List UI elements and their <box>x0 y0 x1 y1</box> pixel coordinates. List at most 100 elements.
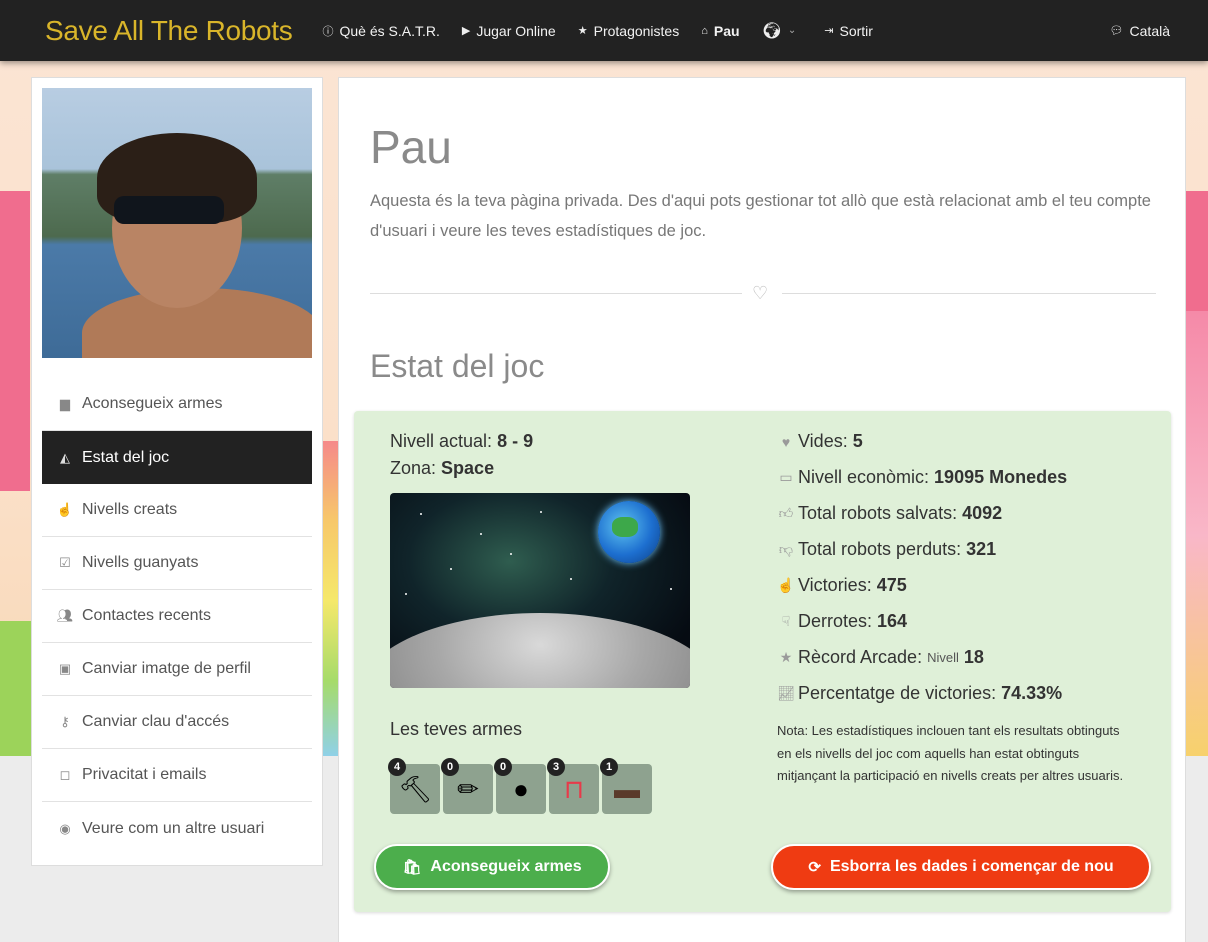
money-icon: ▭ <box>779 469 793 485</box>
bomb-icon: ● <box>513 773 529 804</box>
star-icon: ★ <box>577 25 588 37</box>
sidebar-item-privacy[interactable]: ◻ Privacitat i emails <box>42 749 312 802</box>
decor-rainbow-right <box>1186 311 1208 756</box>
sidebar-item-label: Veure com un altre usuari <box>82 819 265 837</box>
stat-value: 164 <box>877 611 908 631</box>
nav-label: Sortir <box>839 22 873 39</box>
sidebar-item-game-status[interactable]: ◭ Estat del joc <box>42 431 312 484</box>
info-icon: ⓘ <box>322 25 334 38</box>
sidebar-item-won-levels[interactable]: ☑ Nivells guanyats <box>42 537 312 590</box>
stat-label: Derrotes: <box>798 611 873 631</box>
globe-icon: 🌍︎ <box>761 22 782 40</box>
sidebar-item-change-password[interactable]: ⚷ Canviar clau d'accés <box>42 696 312 749</box>
stat-wins: ☝ Victories: 475 <box>777 575 906 596</box>
nav-label: Jugar Online <box>476 22 556 39</box>
picture-icon: ▣ <box>58 661 72 676</box>
decor-rainbow-left <box>322 441 338 756</box>
heart-icon: ♥ <box>781 433 791 450</box>
cannon-icon: ▬ <box>614 773 640 804</box>
nav-what-is[interactable]: ⓘ Què és S.A.T.R. <box>323 0 440 61</box>
sidebar-item-label: Canviar clau d'accés <box>82 713 230 730</box>
weapon-magnet[interactable]: 3 ⊓ <box>547 758 599 814</box>
nav-user-home[interactable]: ⌂ Pau <box>701 0 739 61</box>
section-title: Estat del joc <box>370 348 545 384</box>
stat-label: Total robots perduts: <box>798 539 962 559</box>
eye-slash-icon: ◉ <box>59 820 71 836</box>
weapon-bomb[interactable]: 0 ● <box>494 758 546 814</box>
pencil-icon: ✏ <box>457 773 479 804</box>
star <box>450 568 452 570</box>
speech-bubble-icon: 💬︎ <box>1109 25 1124 37</box>
stat-win-percentage: 📈︎ Percentatge de victories: 74.33% <box>777 683 1062 704</box>
chevron-down-icon: ⌄ <box>787 25 797 36</box>
users-icon: 👥︎ <box>56 608 74 623</box>
decor-pink-left <box>0 191 30 491</box>
avatar-sunglasses <box>114 196 224 224</box>
star <box>570 578 572 580</box>
language-label: Català <box>1129 22 1170 39</box>
sidebar-item-label: Nivells creats <box>82 501 178 518</box>
weapon-pencil[interactable]: 0 ✏ <box>441 758 493 814</box>
thumbs-up-icon: 👍︎ <box>778 505 794 521</box>
stat-small-label: Nivell <box>927 650 959 665</box>
language-selector[interactable]: 💬︎ Català <box>1110 0 1170 61</box>
button-label: Aconsegueix armes <box>430 858 582 875</box>
thumbs-down-outline-icon: ☟ <box>781 613 791 629</box>
sidebar-item-label: Aconsegueix armes <box>82 395 223 412</box>
sidebar-item-created-levels[interactable]: ☝ Nivells creats <box>42 484 312 537</box>
stat-lives: ♥ Vides: 5 <box>777 431 863 452</box>
star <box>670 588 672 590</box>
key-icon: ⚷ <box>60 714 70 729</box>
shopping-bag-icon: ▆ <box>60 396 70 411</box>
nav-play-online[interactable]: ▶ Jugar Online <box>462 0 556 61</box>
stat-value: 5 <box>852 431 863 451</box>
sidebar-item-change-picture[interactable]: ▣ Canviar imatge de perfil <box>42 643 312 696</box>
stats-note: Nota: Les estadístiques inclouen tant el… <box>777 723 1124 783</box>
zone-image <box>390 493 690 688</box>
profile-avatar <box>42 88 312 358</box>
weapons-title: Les teves armes <box>390 719 523 739</box>
stat-value: 18 <box>963 647 984 667</box>
nav-label: Què és S.A.T.R. <box>339 22 440 39</box>
stat-arcade-record: ★ Rècord Arcade: Nivell 18 <box>777 647 984 668</box>
reset-data-button[interactable]: ⟳ Esborra les dades i començar de nou <box>771 844 1151 890</box>
sidebar-item-view-as-other[interactable]: ◉ Veure com un altre usuari <box>42 802 312 855</box>
sidebar-item-recent-contacts[interactable]: 👥︎ Contactes recents <box>42 590 312 643</box>
sidebar-item-label: Canviar imatge de perfil <box>82 660 251 677</box>
sidebar-item-label: Privacitat i emails <box>82 766 207 783</box>
get-weapons-button[interactable]: 🛍︎ Aconsegueix armes <box>374 844 610 890</box>
stat-label: Victories: <box>798 575 872 595</box>
hammer-icon: 🔨︎ <box>398 773 432 804</box>
nav-label: Protagonistes <box>593 22 680 39</box>
nav-globe-dropdown[interactable]: 🌍︎ ⌄ <box>762 0 803 61</box>
stat-label: Percentatge de victories: <box>798 683 997 703</box>
heart-icon: ♡ <box>752 283 769 303</box>
moon-surface <box>390 613 690 688</box>
star <box>510 553 512 555</box>
weapon-count: 1 <box>600 758 618 776</box>
star-icon: ★ <box>779 649 793 665</box>
sidebar: ▆ Aconsegueix armes ◭ Estat del joc ☝ Ni… <box>31 77 323 866</box>
divider-line <box>782 293 1156 294</box>
stat-value: 321 <box>966 539 997 559</box>
weapon-count: 0 <box>441 758 459 776</box>
hand-pointer-icon: ☝ <box>56 502 74 517</box>
weapon-hammer[interactable]: 4 🔨︎ <box>388 758 440 814</box>
stat-defeats: ☟ Derrotes: 164 <box>777 611 907 632</box>
brand-logo[interactable]: Save All The Robots <box>45 15 293 47</box>
button-label: Esborra les dades i començar de nou <box>829 858 1114 875</box>
current-level-label: Nivell actual: <box>390 431 493 451</box>
weapon-cannon[interactable]: 1 ▬ <box>600 758 652 814</box>
stat-value: 19095 Monedes <box>934 467 1068 487</box>
nav-protagonists[interactable]: ★ Protagonistes <box>578 0 679 61</box>
sidebar-item-get-weapons[interactable]: ▆ Aconsegueix armes <box>42 378 312 431</box>
play-icon: ▶ <box>461 25 471 37</box>
top-navbar: Save All The Robots ⓘ Què és S.A.T.R. ▶ … <box>0 0 1208 61</box>
nav-logout[interactable]: ⇥ Sortir <box>824 0 873 61</box>
current-zone-label: Zona: <box>390 458 437 478</box>
game-status-panel: Nivell actual: 8 - 9 Zona: Space Les tev… <box>354 411 1171 912</box>
area-chart-icon: ◭ <box>60 449 70 465</box>
sticky-note-icon: ◻ <box>59 767 71 782</box>
sidebar-menu: ▆ Aconsegueix armes ◭ Estat del joc ☝ Ni… <box>42 378 312 855</box>
stat-label: Rècord Arcade: <box>798 647 923 667</box>
